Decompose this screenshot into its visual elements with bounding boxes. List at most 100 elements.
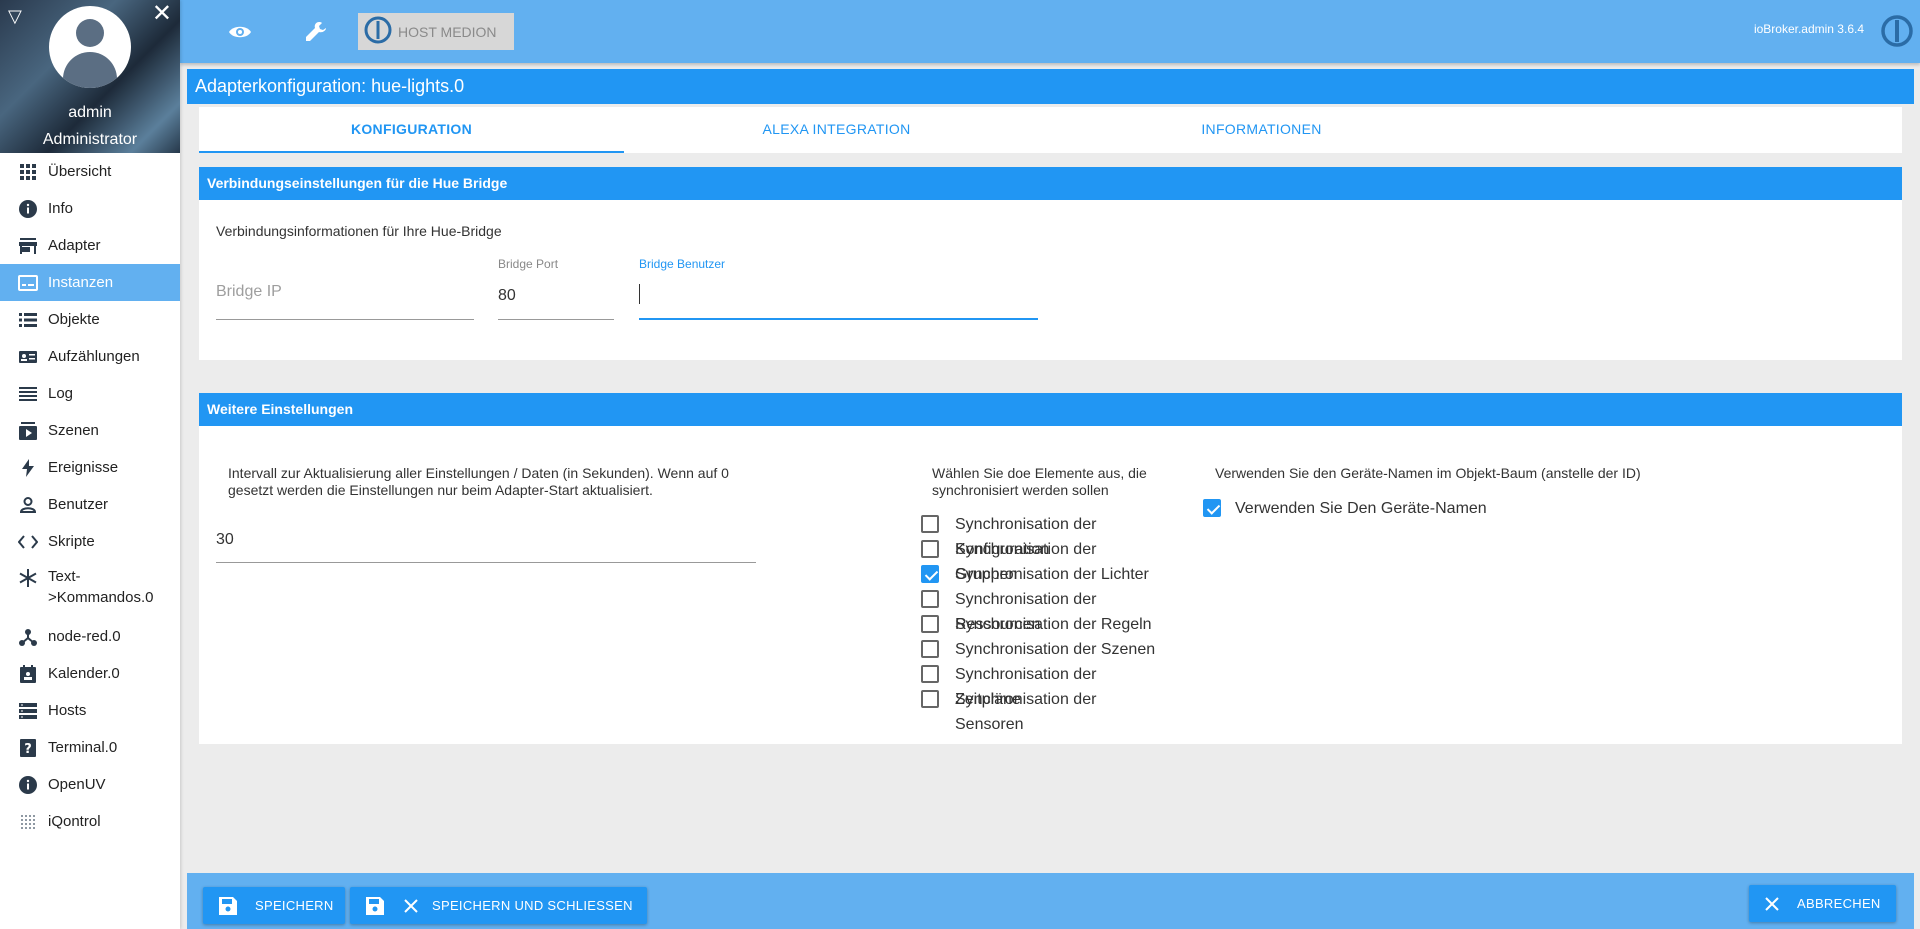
sync-rules-checkbox[interactable]: Synchronisation der Regeln bbox=[921, 615, 1175, 637]
sidebar-item-adapter[interactable]: Adapter bbox=[0, 227, 180, 264]
sidebar-item-text-kommandos[interactable]: Text->Kommandos.0 bbox=[0, 560, 180, 618]
sidebar-item-label: Kalender.0 bbox=[48, 665, 120, 682]
iobroker-logo-icon bbox=[364, 16, 392, 47]
list-icon bbox=[18, 310, 38, 330]
save-close-label: SPEICHERN UND SCHLIESSEN bbox=[432, 898, 633, 913]
sidebar-item-kalender[interactable]: Kalender.0 bbox=[0, 655, 180, 692]
host-label: HOST MEDION bbox=[398, 23, 497, 40]
sidebar-item-label: Text->Kommandos.0 bbox=[48, 568, 154, 606]
sidebar-item-benutzer[interactable]: Benutzer bbox=[0, 486, 180, 523]
sidebar-item-label: iQontrol bbox=[48, 813, 101, 830]
save-label: SPEICHERN bbox=[255, 898, 334, 913]
close-icon bbox=[1765, 896, 1779, 911]
sidebar-item-szenen[interactable]: Szenen bbox=[0, 412, 180, 449]
bolt-icon bbox=[18, 458, 38, 478]
profile-header: ▽ ✕ admin Administrator bbox=[0, 0, 180, 153]
sidebar-item-objekte[interactable]: Objekte bbox=[0, 301, 180, 338]
top-bar: HOST MEDION ioBroker.admin 3.6.4 bbox=[180, 0, 1920, 63]
interval-label: Intervall zur Aktualisierung aller Einst… bbox=[228, 465, 729, 498]
save-icon bbox=[219, 896, 237, 915]
sidebar-item-label: Adapter bbox=[48, 237, 101, 254]
snowflake-icon bbox=[18, 568, 38, 588]
connection-section: Verbindungseinstellungen für die Hue Bri… bbox=[199, 167, 1902, 360]
sidebar-item-terminal[interactable]: ? Terminal.0 bbox=[0, 729, 180, 766]
sidebar: ▽ ✕ admin Administrator Übersicht Info A… bbox=[0, 0, 180, 929]
bridge-ip-underline bbox=[216, 319, 474, 320]
bridge-port-value: 80 bbox=[498, 287, 516, 304]
wrench-icon[interactable] bbox=[302, 18, 330, 46]
sidebar-item-label: node-red.0 bbox=[48, 628, 121, 645]
interval-underline bbox=[216, 562, 756, 563]
user-role: Administrator bbox=[42, 131, 138, 148]
terminal-icon: ? bbox=[18, 738, 38, 758]
sidebar-item-openuv[interactable]: OpenUV bbox=[0, 766, 180, 803]
eye-icon[interactable] bbox=[226, 18, 254, 46]
bottom-action-bar: SPEICHERN SPEICHERN UND SCHLIESSEN ABBRE… bbox=[187, 873, 1914, 929]
user-name: admin bbox=[68, 104, 112, 121]
sidebar-item-label: OpenUV bbox=[48, 776, 106, 793]
checkbox-box bbox=[921, 565, 939, 583]
sidebar-item-aufzaehlungen[interactable]: Aufzählungen bbox=[0, 338, 180, 375]
sidebar-item-hosts[interactable]: Hosts bbox=[0, 692, 180, 729]
checkbox-box bbox=[921, 515, 939, 533]
page-title: Adapterkonfiguration: hue-lights.0 bbox=[187, 69, 1914, 104]
text-caret bbox=[639, 284, 640, 304]
devname-checkbox[interactable]: Verwenden Sie Den Geräte-Namen bbox=[1203, 499, 1487, 521]
bridge-ip-placeholder: Bridge IP bbox=[216, 283, 282, 300]
sidebar-item-label: Benutzer bbox=[48, 496, 109, 513]
tab-bar: KONFIGURATION ALEXA INTEGRATION INFORMAT… bbox=[199, 107, 1902, 153]
sync-lights-checkbox[interactable]: Synchronisation der Lichter bbox=[921, 565, 1175, 587]
menu-toggle-icon[interactable]: ▽ bbox=[8, 6, 22, 27]
further-settings-section: Weitere Einstellungen Intervall zur Aktu… bbox=[199, 393, 1902, 744]
sidebar-item-ereignisse[interactable]: Ereignisse bbox=[0, 449, 180, 486]
close-icon bbox=[404, 898, 418, 913]
cancel-button[interactable]: ABBRECHEN bbox=[1749, 885, 1896, 922]
avatar bbox=[49, 6, 131, 88]
sidebar-item-iqontrol[interactable]: iQontrol bbox=[0, 803, 180, 840]
store-icon bbox=[18, 236, 38, 256]
info-icon bbox=[18, 199, 38, 219]
grid-icon bbox=[18, 162, 38, 182]
sidebar-item-instanzen[interactable]: Instanzen bbox=[0, 264, 180, 301]
sync-scenes-checkbox[interactable]: Synchronisation der Szenen bbox=[921, 640, 1175, 662]
scenes-icon bbox=[18, 421, 38, 441]
further-settings-header: Weitere Einstellungen bbox=[199, 393, 1902, 426]
checkbox-box bbox=[921, 615, 939, 633]
sidebar-item-log[interactable]: Log bbox=[0, 375, 180, 412]
save-close-button[interactable]: SPEICHERN UND SCHLIESSEN bbox=[350, 887, 647, 924]
hosts-icon bbox=[18, 701, 38, 721]
sidebar-item-label: Szenen bbox=[48, 422, 99, 439]
sync-sensors-checkbox[interactable]: Synchronisation der Sensoren bbox=[921, 690, 1125, 737]
sidebar-item-node-red[interactable]: node-red.0 bbox=[0, 618, 180, 655]
bridge-user-underline bbox=[639, 318, 1038, 320]
close-icon[interactable]: ✕ bbox=[152, 2, 172, 26]
checkbox-box bbox=[1203, 499, 1221, 517]
host-button[interactable]: HOST MEDION bbox=[358, 13, 514, 50]
sidebar-item-label: Aufzählungen bbox=[48, 348, 140, 365]
sidebar-item-label: Instanzen bbox=[48, 274, 114, 291]
node-red-icon bbox=[18, 627, 38, 647]
sidebar-item-uebersicht[interactable]: Übersicht bbox=[0, 153, 180, 190]
enum-icon bbox=[18, 347, 38, 367]
checkbox-box bbox=[921, 690, 939, 708]
connection-description: Verbindungsinformationen für Ihre Hue-Br… bbox=[216, 223, 502, 239]
code-icon bbox=[18, 532, 38, 552]
cancel-label: ABBRECHEN bbox=[1797, 896, 1881, 911]
connection-section-header: Verbindungseinstellungen für die Hue Bri… bbox=[199, 167, 1902, 200]
sidebar-item-label: Objekte bbox=[48, 311, 100, 328]
calendar-icon bbox=[18, 664, 38, 684]
sync-label: Wählen Sie doe Elemente aus, die synchro… bbox=[932, 465, 1147, 498]
save-icon bbox=[366, 896, 384, 915]
version-label: ioBroker.admin 3.6.4 bbox=[1753, 22, 1864, 36]
iobroker-logo-icon bbox=[1880, 14, 1914, 53]
tab-alexa-integration[interactable]: ALEXA INTEGRATION bbox=[624, 107, 1049, 153]
sidebar-nav: Übersicht Info Adapter Instanzen Objekte bbox=[0, 153, 180, 840]
sidebar-item-info[interactable]: Info bbox=[0, 190, 180, 227]
save-button[interactable]: SPEICHERN bbox=[203, 887, 345, 924]
tab-konfiguration[interactable]: KONFIGURATION bbox=[199, 107, 624, 153]
tab-informationen[interactable]: INFORMATIONEN bbox=[1049, 107, 1474, 153]
sidebar-item-label: Übersicht bbox=[48, 163, 112, 180]
checkbox-box bbox=[921, 590, 939, 608]
sidebar-item-label: Skripte bbox=[48, 533, 95, 550]
sidebar-item-skripte[interactable]: Skripte bbox=[0, 523, 180, 560]
